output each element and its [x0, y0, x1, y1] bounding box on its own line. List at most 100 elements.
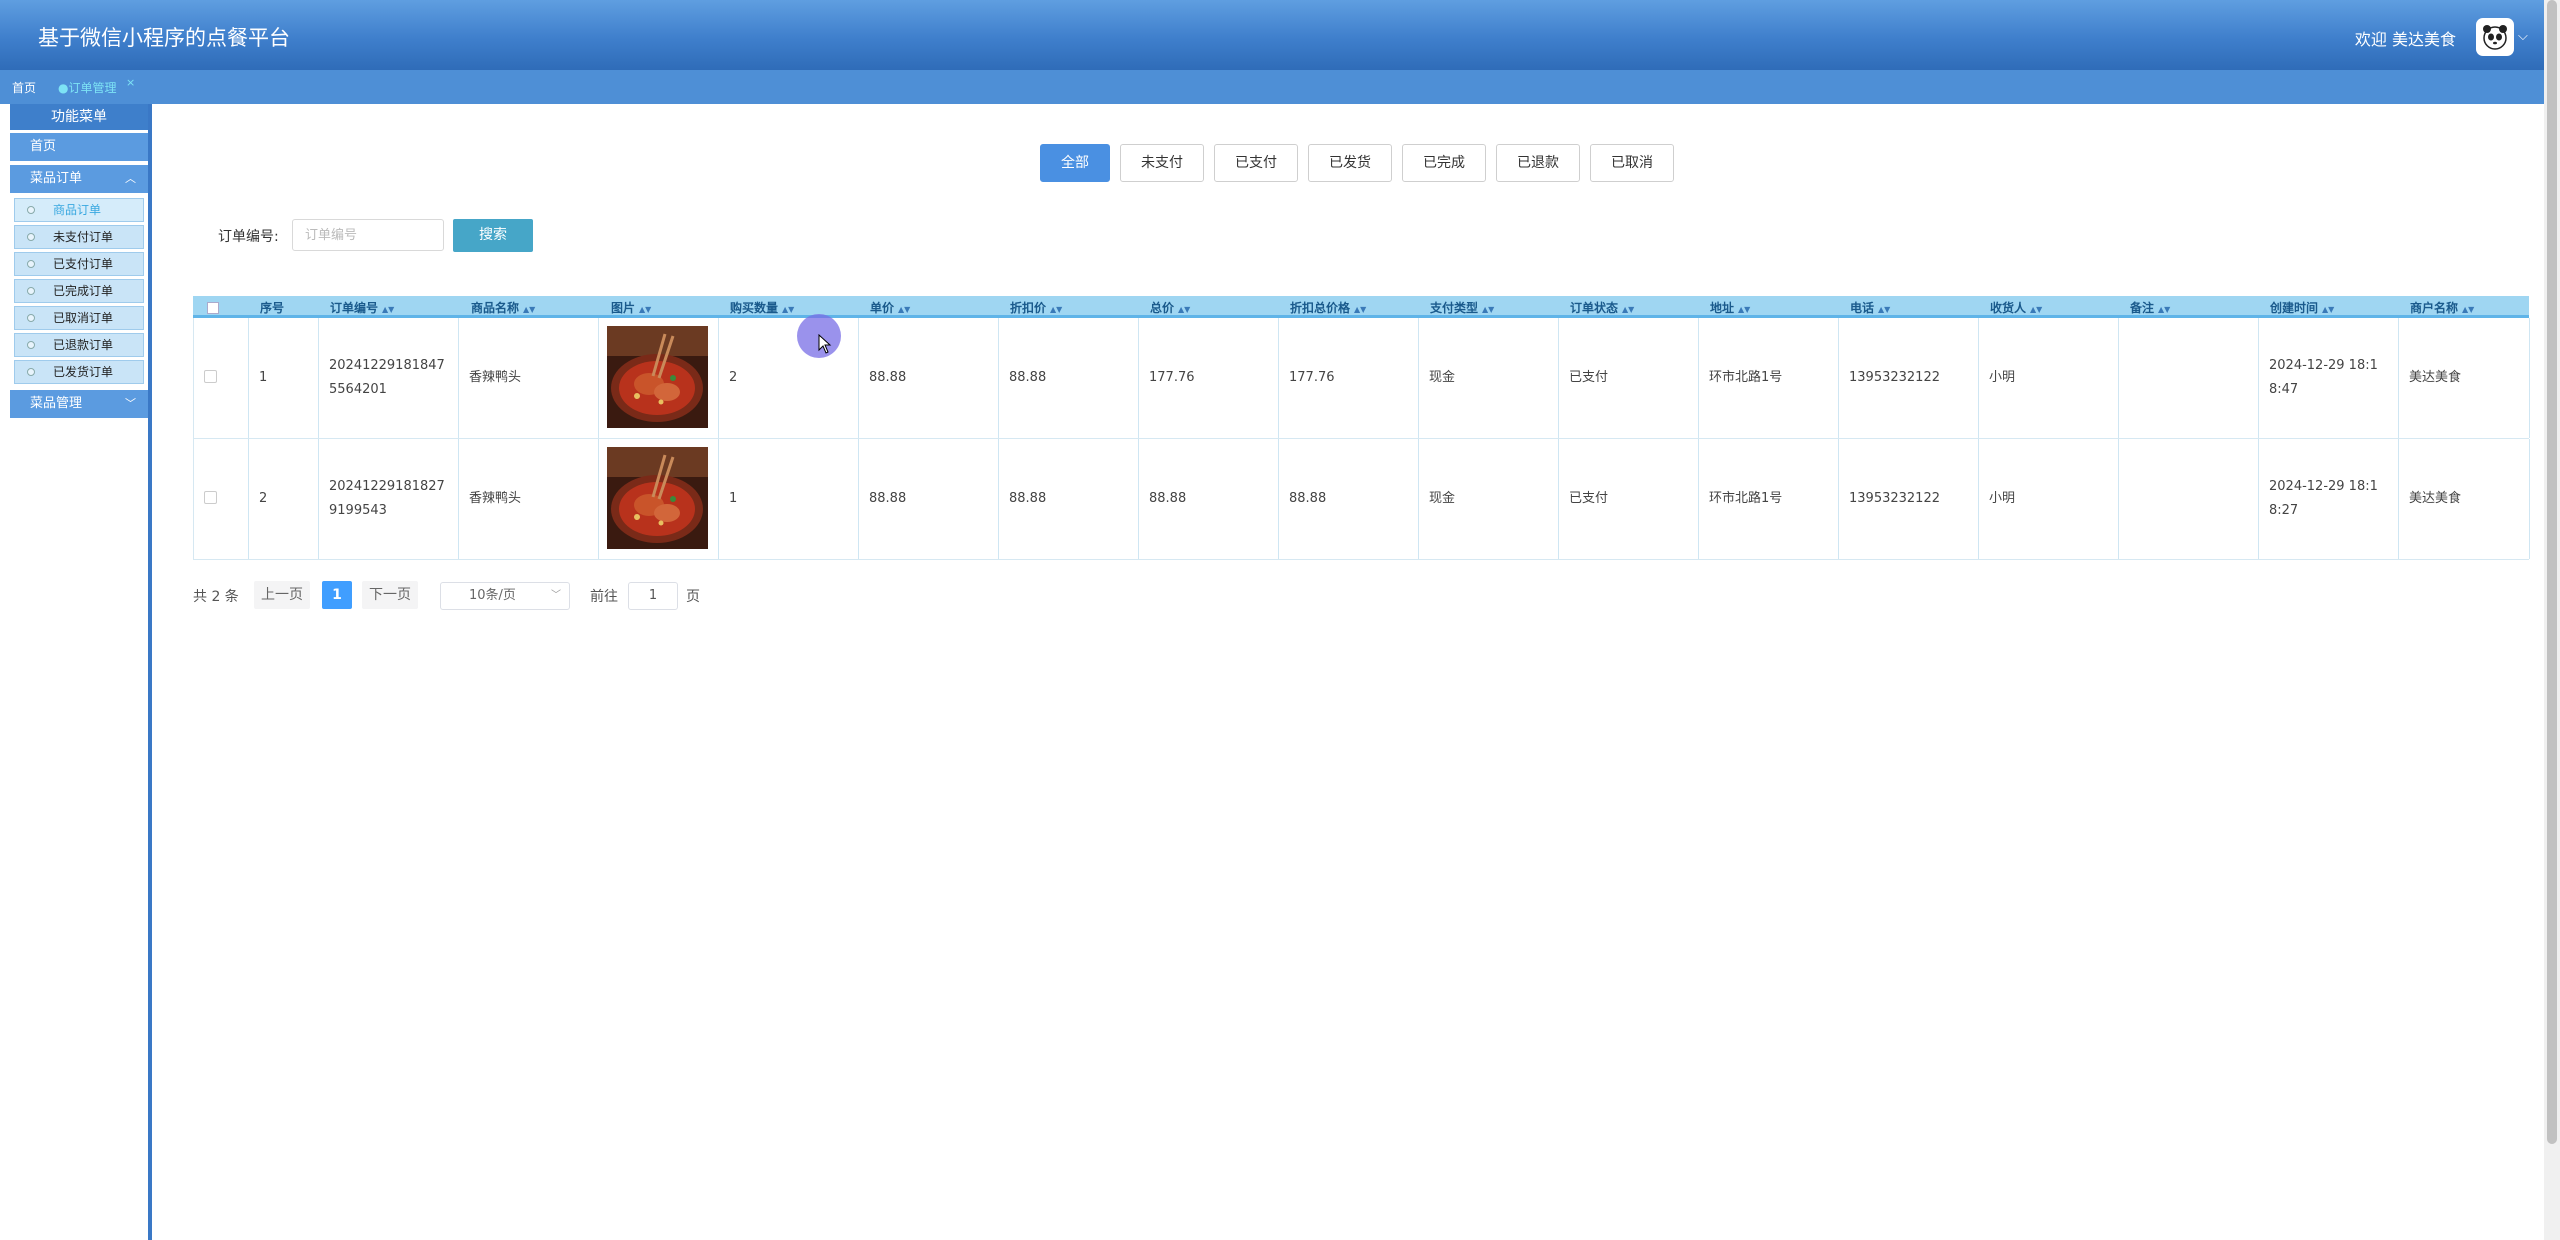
sidebar-item-label: 已取消订单	[53, 311, 114, 325]
goto-page-input[interactable]: 1	[628, 582, 678, 610]
column-header[interactable]: 支付类型 ▲▼	[1430, 299, 1494, 316]
order-number: 202412291818279199543	[329, 479, 445, 518]
column-header[interactable]: 备注 ▲▼	[2130, 299, 2170, 316]
column-header[interactable]: 订单状态 ▲▼	[1570, 299, 1634, 316]
column-header[interactable]: 收货人 ▲▼	[1990, 299, 2042, 316]
column-header[interactable]: 商品名称 ▲▼	[471, 299, 535, 316]
welcome-text: 欢迎 美达美食	[2354, 30, 2456, 49]
discount-price: 88.88	[1009, 491, 1047, 506]
sidebar-group-orders[interactable]: 菜品订单 ︿	[10, 165, 148, 193]
column-header[interactable]: 图片 ▲▼	[611, 299, 651, 316]
order-status: 已支付	[1569, 491, 1609, 506]
quantity: 2	[729, 370, 738, 385]
prev-page-button[interactable]: 上一页	[254, 581, 310, 609]
chevron-up-icon: ︿	[125, 172, 136, 185]
sort-icon: ▲▼	[1354, 305, 1367, 314]
chevron-down-icon[interactable]: ⌵	[2518, 29, 2528, 44]
column-header[interactable]: 序号	[260, 299, 288, 316]
tab-home[interactable]: 首页	[12, 79, 36, 96]
sort-icon: ▲▼	[382, 305, 395, 314]
page-size-value: 10条/页	[469, 588, 516, 603]
page-number-current[interactable]: 1	[322, 581, 352, 609]
column-header[interactable]: 创建时间 ▲▼	[2270, 299, 2334, 316]
food-image	[607, 326, 708, 428]
sidebar-item-product-orders[interactable]: 商品订单	[14, 198, 144, 222]
filter-refunded[interactable]: 已退款	[1496, 144, 1580, 182]
quantity: 1	[729, 491, 738, 506]
receiver: 小明	[1989, 491, 2016, 506]
sort-icon: ▲▼	[2462, 305, 2475, 314]
column-header[interactable]: 购买数量 ▲▼	[730, 299, 794, 316]
column-header[interactable]: 商户名称 ▲▼	[2410, 299, 2474, 316]
table-header: 序号 订单编号 ▲▼ 商品名称 ▲▼ 图片 ▲▼ 购买数量 ▲▼ 单价 ▲▼ 折扣价 ▲▼ …	[193, 296, 2529, 318]
sidebar-item-label: 已完成订单	[53, 284, 114, 298]
filter-all[interactable]: 全部	[1040, 144, 1110, 182]
receiver: 小明	[1989, 370, 2016, 385]
sidebar-item-label: 未支付订单	[53, 230, 114, 244]
sidebar-item-paid-orders[interactable]: 已支付订单	[14, 252, 144, 276]
filter-completed[interactable]: 已完成	[1402, 144, 1486, 182]
top-header: 基于微信小程序的点餐平台 欢迎 美达美食 ⌵	[0, 0, 2544, 70]
sidebar-group-dishes[interactable]: 菜品管理 ﹀	[10, 390, 148, 418]
sidebar-item-label: 菜品管理	[30, 396, 83, 411]
unit-price: 88.88	[869, 370, 907, 385]
food-image	[607, 447, 708, 549]
column-header[interactable]: 单价 ▲▼	[870, 299, 910, 316]
sidebar-item-unpaid-orders[interactable]: 未支付订单	[14, 225, 144, 249]
sidebar-title: 功能菜单	[10, 104, 148, 130]
select-all-checkbox[interactable]	[207, 302, 219, 314]
column-header[interactable]: 总价 ▲▼	[1150, 299, 1190, 316]
phone: 13953232122	[1849, 491, 1940, 506]
filter-paid[interactable]: 已支付	[1214, 144, 1298, 182]
address: 环市北路1号	[1709, 491, 1783, 506]
column-header[interactable]: 订单编号 ▲▼	[330, 299, 394, 316]
search-label: 订单编号:	[218, 229, 279, 245]
sort-icon: ▲▼	[782, 305, 795, 314]
product-name: 香辣鸭头	[469, 370, 522, 385]
table-row[interactable]: 2 202412291818279199543 香辣鸭头 1 88.88 88.…	[193, 439, 2530, 560]
total-price: 88.88	[1149, 491, 1187, 506]
sidebar-item-label: 首页	[30, 139, 57, 154]
sidebar-item-refunded-orders[interactable]: 已退款订单	[14, 333, 144, 357]
sort-icon: ▲▼	[2322, 305, 2335, 314]
scrollbar-thumb[interactable]	[2547, 0, 2557, 1144]
filter-unpaid[interactable]: 未支付	[1120, 144, 1204, 182]
column-header[interactable]: 折扣价 ▲▼	[1010, 299, 1062, 316]
goto-label: 前往	[590, 589, 618, 605]
column-header[interactable]: 电话 ▲▼	[1850, 299, 1890, 316]
address: 环市北路1号	[1709, 370, 1783, 385]
sort-icon: ▲▼	[1738, 305, 1751, 314]
column-header[interactable]: 折扣总价格 ▲▼	[1290, 299, 1366, 316]
page-size-select[interactable]: 10条/页 ﹀	[440, 582, 570, 610]
column-header[interactable]: 地址 ▲▼	[1710, 299, 1750, 316]
sort-icon: ▲▼	[523, 305, 536, 314]
avatar[interactable]	[2476, 18, 2514, 56]
next-page-button[interactable]: 下一页	[362, 581, 418, 609]
product-name: 香辣鸭头	[469, 491, 522, 506]
payment-type: 现金	[1429, 370, 1456, 385]
order-number-input[interactable]	[292, 219, 444, 251]
created-time: 2024-12-29 18:18:27	[2269, 479, 2378, 518]
search-button[interactable]: 搜索	[453, 219, 533, 252]
sidebar-item-cancelled-orders[interactable]: 已取消订单	[14, 306, 144, 330]
row-checkbox[interactable]	[204, 491, 217, 504]
pagination-total: 共 2 条	[193, 589, 239, 605]
row-checkbox[interactable]	[204, 370, 217, 383]
tab-order-management[interactable]: ●订单管理	[58, 79, 116, 96]
chevron-down-icon: ﹀	[125, 397, 136, 410]
sidebar-item-completed-orders[interactable]: 已完成订单	[14, 279, 144, 303]
discount-total: 88.88	[1289, 491, 1327, 506]
sidebar-item-home[interactable]: 首页	[10, 133, 148, 161]
sidebar-item-shipped-orders[interactable]: 已发货订单	[14, 360, 144, 384]
sort-icon: ▲▼	[2158, 305, 2171, 314]
table-row[interactable]: 1 202412291818475564201 香辣鸭头 2 88.88 88.…	[193, 318, 2530, 439]
close-icon[interactable]: ×	[126, 76, 135, 89]
created-time: 2024-12-29 18:18:47	[2269, 358, 2378, 397]
cursor-icon	[818, 334, 832, 354]
sort-icon: ▲▼	[1482, 305, 1495, 314]
sort-icon: ▲▼	[898, 305, 911, 314]
bullet-icon	[27, 287, 35, 295]
filter-cancelled[interactable]: 已取消	[1590, 144, 1674, 182]
row-index: 1	[259, 370, 268, 385]
filter-shipped[interactable]: 已发货	[1308, 144, 1392, 182]
